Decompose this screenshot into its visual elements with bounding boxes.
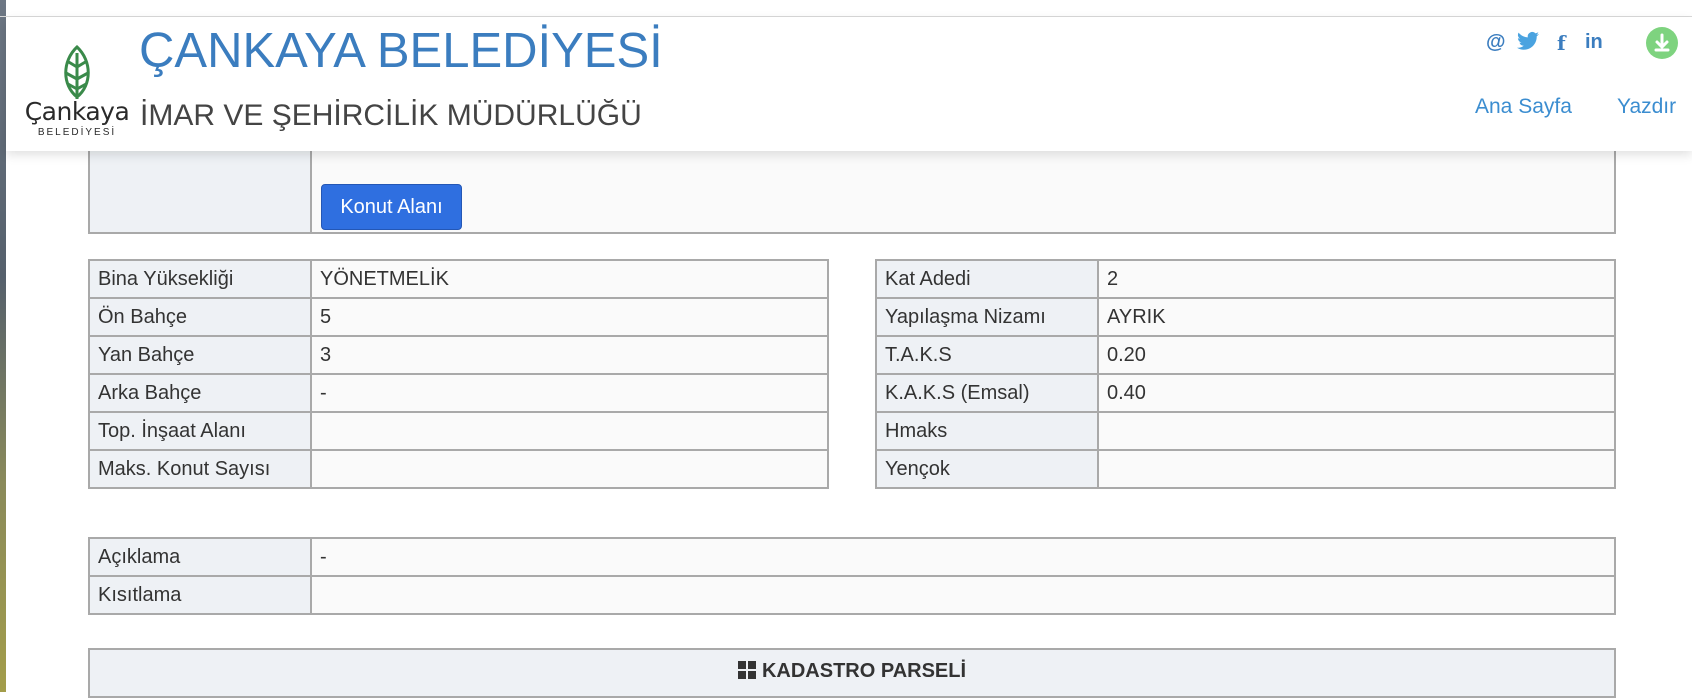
nav-home-link[interactable]: Ana Sayfa (1475, 95, 1572, 119)
param-value (1097, 449, 1616, 489)
grid-icon (737, 661, 756, 679)
param-value: 2 (1097, 259, 1616, 299)
table-row: Açıklama - (88, 537, 1616, 577)
param-label: T.A.K.S (875, 335, 1099, 375)
param-value: 0.20 (1097, 335, 1616, 375)
cadastre-title: KADASTRO PARSELİ (90, 660, 1614, 683)
note-label: Kısıtlama (88, 575, 312, 615)
param-label: Bina Yüksekliği (88, 259, 312, 299)
table-row: Kısıtlama (88, 575, 1616, 615)
param-label: Yan Bahçe (88, 335, 312, 375)
param-value (310, 411, 829, 451)
param-value: YÖNETMELİK (310, 259, 829, 299)
param-label: Kat Adedi (875, 259, 1099, 299)
param-label: Top. İnşaat Alanı (88, 411, 312, 451)
table-row: Yan Bahçe 3 (88, 335, 829, 375)
param-label: Yençok (875, 449, 1099, 489)
table-row: Yapılaşma Nizamı AYRIK (875, 297, 1616, 337)
param-label: Hmaks (875, 411, 1099, 451)
param-label: Ön Bahçe (88, 297, 312, 337)
table-row: K.A.K.S (Emsal) 0.40 (875, 373, 1616, 413)
param-label: Arka Bahçe (88, 373, 312, 413)
param-value: 5 (310, 297, 829, 337)
table-row: Kat Adedi 2 (875, 259, 1616, 299)
table-row: Ön Bahçe 5 (88, 297, 829, 337)
building-params-table: Bina Yüksekliği YÖNETMELİK Ön Bahçe 5 Yan … (88, 259, 829, 489)
logo-subtitle: BELEDİYESİ (37, 127, 117, 138)
param-value (1097, 411, 1616, 451)
usage-button[interactable]: Konut Alanı (321, 184, 462, 230)
org-title: ÇANKAYA BELEDİYESİ (139, 24, 663, 78)
param-value: 3 (310, 335, 829, 375)
param-label: Maks. Konut Sayısı (88, 449, 312, 489)
table-row: Yençok (875, 449, 1616, 489)
note-value: - (310, 537, 1616, 577)
param-label: Yapılaşma Nizamı (875, 297, 1099, 337)
nav-print-link[interactable]: Yazdır (1617, 95, 1676, 119)
facebook-icon[interactable]: f (1557, 31, 1566, 55)
param-value: 0.40 (1097, 373, 1616, 413)
param-value: - (310, 373, 829, 413)
twitter-icon[interactable] (1517, 31, 1539, 51)
note-label: Açıklama (88, 537, 312, 577)
table-row: Hmaks (875, 411, 1616, 451)
param-value (310, 449, 829, 489)
table-row: Arka Bahçe - (88, 373, 829, 413)
zoning-params-table: Kat Adedi 2 Yapılaşma Nizamı AYRIK T.A.K.S… (875, 259, 1616, 489)
cadastre-title-text: KADASTRO PARSELİ (761, 660, 967, 682)
linkedin-icon[interactable]: in (1585, 31, 1603, 54)
param-value: AYRIK (1097, 297, 1616, 337)
download-icon[interactable] (1646, 27, 1678, 59)
logo-wordmark: Çankaya (24, 97, 130, 126)
table-row: Maks. Konut Sayısı (88, 449, 829, 489)
cadastre-section-header: KADASTRO PARSELİ (88, 648, 1616, 698)
param-label: K.A.K.S (Emsal) (875, 373, 1099, 413)
note-value (310, 575, 1616, 615)
email-icon[interactable]: @ (1486, 31, 1506, 54)
department-title: İMAR VE ŞEHİRCİLİK MÜDÜRLÜĞÜ (140, 99, 642, 132)
table-row: Top. İnşaat Alanı (88, 411, 829, 451)
notes-table: Açıklama - Kısıtlama (88, 537, 1616, 615)
table-row: T.A.K.S 0.20 (875, 335, 1616, 375)
table-row: Bina Yüksekliği YÖNETMELİK (88, 259, 829, 299)
site-header: Çankaya BELEDİYESİ ÇANKAYA BELEDİYESİ İM… (6, 17, 1692, 151)
